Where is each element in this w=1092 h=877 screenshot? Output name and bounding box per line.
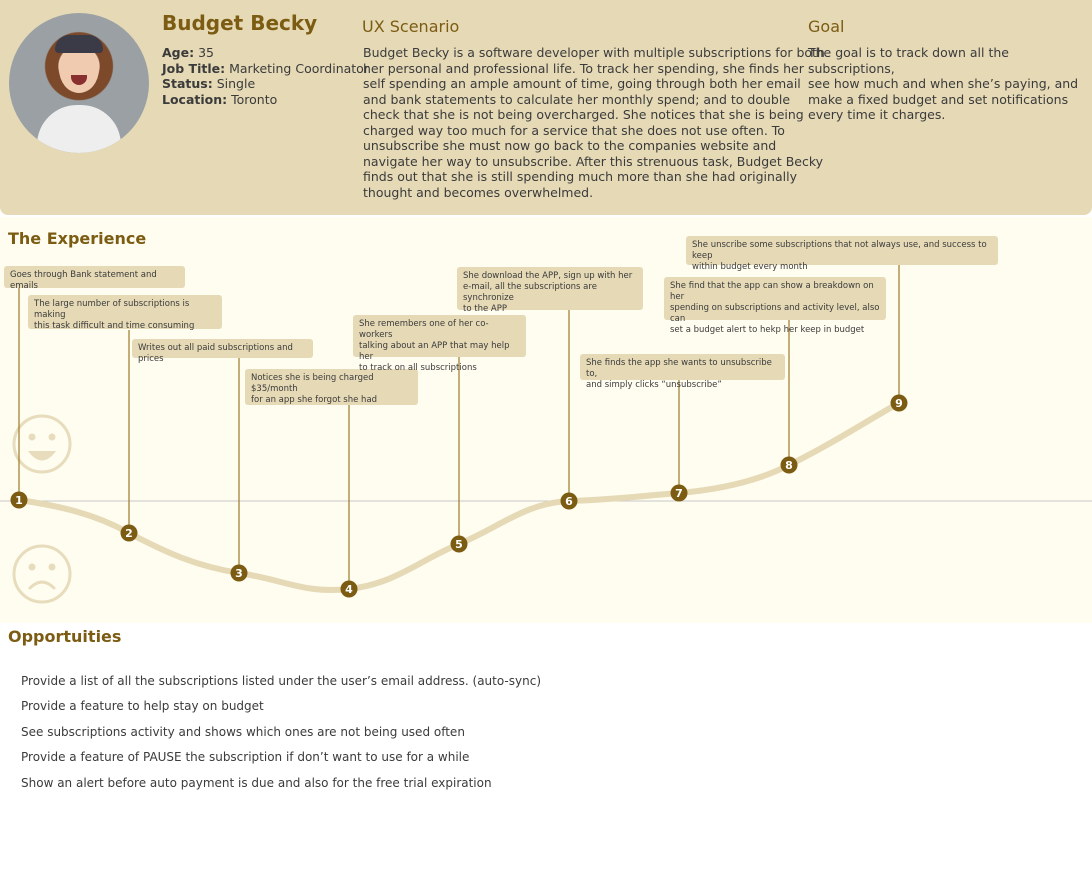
callout-line: talking about an APP that may help her <box>359 341 510 362</box>
callout-line: spending on subscriptions and activity l… <box>670 303 880 324</box>
step-callout-4: Notices she is being charged $35/month fo… <box>245 369 418 405</box>
callout-line: She unscribe some subscriptions that not… <box>692 240 987 261</box>
step-callout-9: She unscribe some subscriptions that not… <box>686 236 998 272</box>
opportunities-title: Opportuities <box>8 627 122 646</box>
step-number: 3 <box>235 567 243 580</box>
step-number: 9 <box>895 397 903 410</box>
callout-line: within budget every month <box>692 262 808 272</box>
callout-line: this task difficult and time consuming <box>34 321 195 331</box>
step-callout-8: She find that the app can show a breakdo… <box>664 277 886 335</box>
step-number: 8 <box>785 459 793 472</box>
callout-line: She download the APP, sign up with her <box>463 271 633 281</box>
callout-line: e-mail, all the subscriptions are synchr… <box>463 282 597 303</box>
opportunity-item: See subscriptions activity and shows whi… <box>21 724 465 739</box>
opportunity-item: Show an alert before auto payment is due… <box>21 775 492 790</box>
callout-line: Notices she is being charged $35/month <box>251 373 374 394</box>
opportunity-item: Provide a feature to help stay on budget <box>21 699 264 714</box>
callout-line: She find that the app can show a breakdo… <box>670 281 874 302</box>
sad-face-icon <box>12 544 72 604</box>
callout-line: She remembers one of her co-workers <box>359 319 489 340</box>
step-number: 2 <box>125 527 133 540</box>
step-callout-6: She download the APP, sign up with her e-… <box>457 267 643 314</box>
happy-face-mouth <box>28 451 56 461</box>
step-callout-5: She remembers one of her co-workers talki… <box>353 315 526 373</box>
step-number: 6 <box>565 495 573 508</box>
sad-face-eye <box>28 563 36 571</box>
callout-line: to the APP <box>463 304 507 314</box>
step-number: 1 <box>15 494 23 507</box>
callout-line: The large number of subscriptions is mak… <box>34 299 190 320</box>
opportunities-list: Provide a list of all the subscriptions … <box>21 674 541 801</box>
step-number: 4 <box>345 583 353 596</box>
step-callout-1: Goes through Bank statement and emails <box>4 266 185 291</box>
opportunity-item: Provide a feature of PAUSE the subscript… <box>21 750 470 765</box>
step-callout-3: Writes out all paid subscriptions and pr… <box>132 339 313 364</box>
opportunity-item: Provide a list of all the subscriptions … <box>21 674 542 688</box>
callout-line: and simply clicks “unsubscribe” <box>586 380 722 390</box>
callout-line: Writes out all paid subscriptions and pr… <box>138 343 293 364</box>
callout-line: She finds the app she wants to unsubscri… <box>586 358 772 379</box>
sad-face-mouth <box>28 580 56 590</box>
step-callout-7: She finds the app she wants to unsubscri… <box>580 354 785 390</box>
step-number: 5 <box>455 538 463 551</box>
happy-face-icon <box>12 414 72 474</box>
callout-line: set a budget alert to hekp her keep in b… <box>670 325 865 335</box>
step-number: 7 <box>675 487 683 500</box>
callout-line: for an app she forgot she had <box>251 395 378 405</box>
happy-face-eye <box>28 433 36 441</box>
step-callout-2: The large number of subscriptions is mak… <box>28 295 222 331</box>
callout-line: to track on all subscriptions <box>359 363 477 373</box>
sad-face-eye <box>48 563 56 571</box>
callout-line: Goes through Bank statement and emails <box>10 270 157 291</box>
happy-face-eye <box>48 433 56 441</box>
